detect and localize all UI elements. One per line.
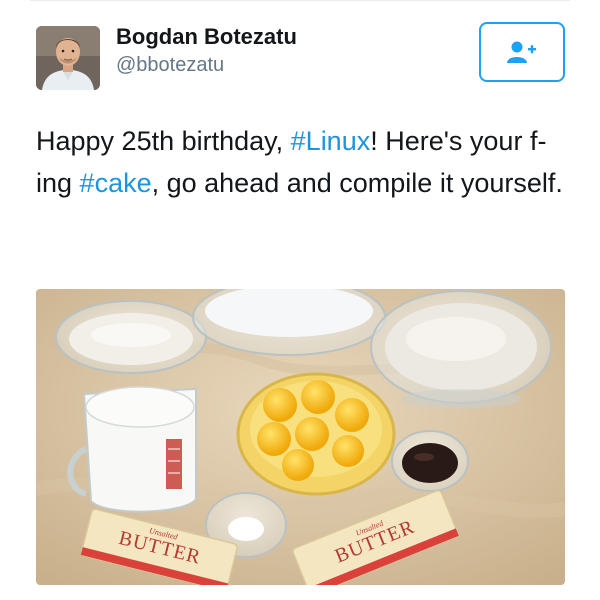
follow-button[interactable] (479, 22, 565, 82)
sugar-bowl (192, 289, 386, 356)
avatar-photo (36, 26, 100, 90)
baking-ingredients-image: BUTTER Unsalted BUTTER Unsalted (36, 289, 565, 585)
hashtag-cake-link[interactable]: #cake (80, 168, 152, 198)
vanilla-dish (391, 430, 469, 492)
tweet-photo[interactable]: BUTTER Unsalted BUTTER Unsalted (36, 289, 565, 585)
flour-bowl-small (55, 300, 207, 374)
tweet-text-part: Happy 25th birthday, (36, 126, 291, 156)
hashtag-linux-link[interactable]: #Linux (291, 126, 371, 156)
user-name[interactable]: Bogdan Botezatu (116, 24, 297, 50)
tweet-text-part: , go ahead and compile it yourself. (151, 168, 563, 198)
user-handle[interactable]: @bbotezatu (116, 54, 224, 77)
avatar[interactable] (36, 26, 100, 90)
top-divider (30, 0, 570, 1)
tweet-text: Happy 25th birthday, #Linux! Here's your… (36, 120, 576, 204)
add-user-icon (507, 41, 536, 63)
egg-yolk-bowl (236, 372, 396, 496)
